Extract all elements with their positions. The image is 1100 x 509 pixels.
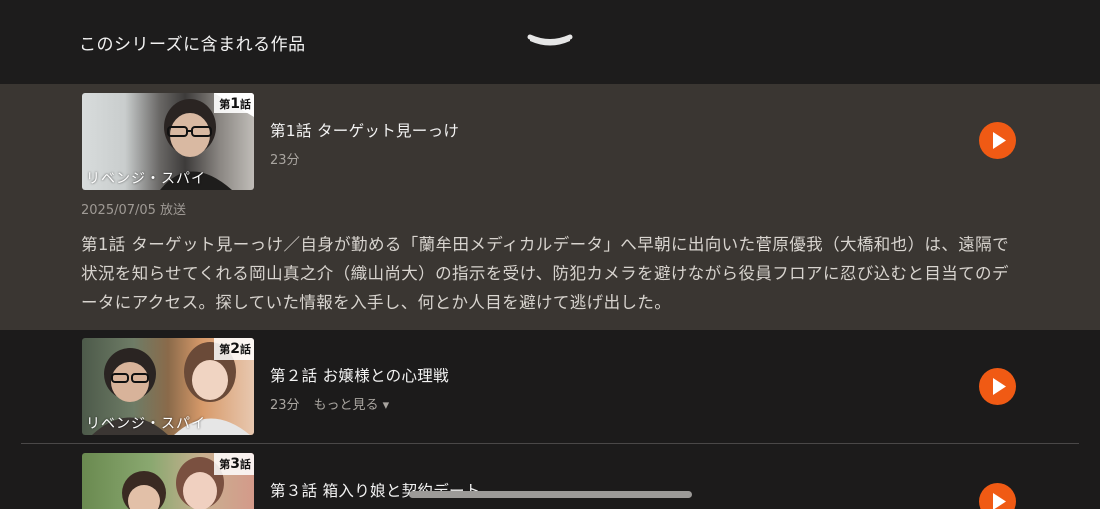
episode-duration: 23分 <box>270 153 300 168</box>
play-icon <box>993 493 1006 509</box>
episode-badge: 第1話 <box>214 93 254 117</box>
episode-thumbnail-2[interactable]: 第2話 リベンジ・スパイ <box>82 338 254 435</box>
air-date: 2025/07/05 放送 <box>81 203 187 218</box>
episode-badge: 第3話 <box>214 453 254 477</box>
episode-synopsis: 第1話 ターゲット見ーっけ／自身が勤める「蘭牟田メディカルデータ」へ早朝に出向い… <box>81 235 1009 312</box>
episode-duration: 23分 <box>270 398 300 413</box>
episode-thumbnail-1[interactable]: 第1話 リベンジ・スパイ <box>82 93 254 190</box>
series-logo: リベンジ・スパイ <box>86 416 206 432</box>
series-logo: リベンジ・スパイ <box>86 171 206 187</box>
chevron-down-icon[interactable] <box>526 30 574 52</box>
show-more-link[interactable]: もっと見る ▾ <box>314 398 390 413</box>
home-indicator[interactable] <box>409 491 692 498</box>
episode-title[interactable]: 第1話 ターゲット見ーっけ <box>270 119 459 141</box>
divider <box>21 443 1079 444</box>
episode-thumbnail-3[interactable]: 第3話 <box>82 453 254 509</box>
play-button[interactable] <box>979 122 1016 159</box>
episode-badge: 第2話 <box>214 338 254 362</box>
episode-meta: 23分 もっと見る ▾ <box>270 394 389 413</box>
play-button[interactable] <box>979 368 1016 405</box>
play-button[interactable] <box>979 483 1016 509</box>
series-header: このシリーズに含まれる作品 <box>0 0 1100 84</box>
play-icon <box>993 378 1006 395</box>
episode-item-1[interactable]: 第1話 リベンジ・スパイ 第1話 ターゲット見ーっけ 23分 2025/07/0… <box>0 84 1100 330</box>
episode-title[interactable]: 第２話 お嬢様との心理戦 <box>270 364 449 386</box>
play-icon <box>993 132 1006 149</box>
header-title: このシリーズに含まれる作品 <box>79 35 306 55</box>
